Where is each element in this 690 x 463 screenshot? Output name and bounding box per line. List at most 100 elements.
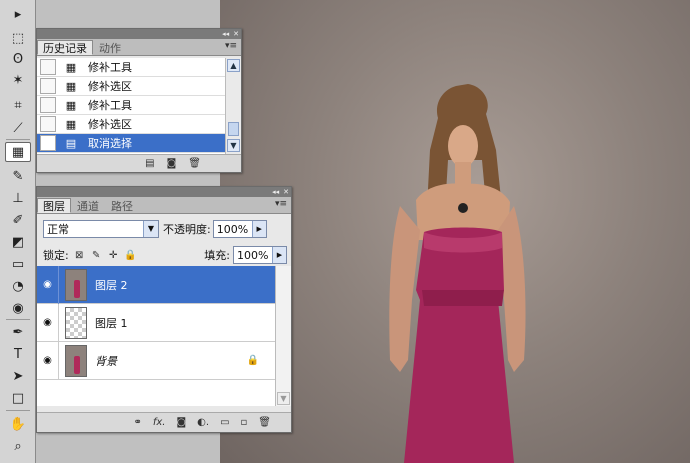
snapshot-source-checkbox[interactable] xyxy=(40,135,56,151)
fill-value: 100% xyxy=(237,248,269,262)
toolbox-separator xyxy=(6,410,30,411)
lasso-icon[interactable]: ʘ xyxy=(5,49,31,69)
new-snapshot-icon[interactable]: ◙ xyxy=(167,158,177,169)
scroll-down-icon[interactable]: ▼ xyxy=(227,139,240,152)
history-footer: ▤ ◙ 🗑 xyxy=(37,154,241,172)
lock-pixels-icon[interactable]: ✎ xyxy=(90,249,103,262)
toolbox-separator xyxy=(6,139,30,140)
patch-icon: ▦ xyxy=(65,79,77,93)
eraser-icon[interactable]: ◩ xyxy=(5,232,31,252)
close-icon[interactable]: ✕ xyxy=(233,30,239,38)
tab-actions[interactable]: 动作 xyxy=(93,40,127,55)
blend-mode-value: 正常 xyxy=(47,223,69,236)
scroll-down-icon[interactable]: ▼ xyxy=(277,392,290,405)
chevron-right-icon[interactable]: ▶ xyxy=(272,247,286,263)
lock-label: 锁定: xyxy=(43,249,69,262)
history-panel-tabs: 历史记录 动作 ▾≡ xyxy=(37,39,241,56)
lock-row: 锁定: ⊠ ✎ ✛ 🔒 填充: 100% ▶ xyxy=(43,245,287,265)
history-list: ▦ 修补工具 ▦ 修补选区 ▦ 修补工具 ▦ 修补选区 ▤ 取消选择 xyxy=(37,58,225,154)
scroll-thumb[interactable] xyxy=(228,122,239,136)
type-icon[interactable]: T xyxy=(5,344,31,364)
layer-name: 图层 1 xyxy=(95,316,128,330)
tab-paths[interactable]: 路径 xyxy=(105,198,139,213)
opacity-label: 不透明度: xyxy=(163,223,211,236)
opacity-value: 100% xyxy=(216,222,249,236)
shape-icon[interactable]: □ xyxy=(5,388,31,408)
snapshot-source-checkbox[interactable] xyxy=(40,97,56,113)
scroll-up-icon[interactable]: ▲ xyxy=(227,59,240,72)
lock-all-icon[interactable]: 🔒 xyxy=(124,249,137,262)
history-scrollbar[interactable]: ▲ ▼ xyxy=(225,58,241,154)
panel-menu-icon[interactable]: ▾≡ xyxy=(225,41,237,51)
brush-icon[interactable]: ✎ xyxy=(5,166,31,186)
hand-icon[interactable]: ✋ xyxy=(5,414,31,434)
tab-channels[interactable]: 通道 xyxy=(71,198,105,213)
layer-row[interactable]: ◉ 图层 1 xyxy=(37,303,275,342)
layers-panel-titlebar[interactable]: ◂◂ ✕ xyxy=(37,187,291,197)
history-item[interactable]: ▦ 修补工具 xyxy=(37,58,225,77)
snapshot-source-checkbox[interactable] xyxy=(40,78,56,94)
lock-position-icon[interactable]: ✛ xyxy=(107,249,120,262)
history-item-label: 修补工具 xyxy=(88,61,132,74)
document-icon: ▤ xyxy=(65,136,77,150)
eye-icon[interactable]: ◉ xyxy=(37,341,59,380)
tab-history[interactable]: 历史记录 xyxy=(37,40,93,55)
patch-icon[interactable]: ▦ xyxy=(5,142,31,162)
mask-icon[interactable]: ◙ xyxy=(176,417,186,428)
history-panel-titlebar[interactable]: ◂◂ ✕ xyxy=(37,29,241,39)
dodge-icon[interactable]: ◉ xyxy=(5,298,31,318)
link-icon[interactable]: ⚭ xyxy=(133,417,141,428)
fill-label: 填充: xyxy=(204,249,230,262)
zoom-icon[interactable]: ⌕ xyxy=(5,436,31,456)
eye-icon[interactable]: ◉ xyxy=(37,265,59,304)
pen-icon[interactable]: ✒ xyxy=(5,322,31,342)
chevron-down-icon[interactable]: ▼ xyxy=(143,221,158,237)
adjustment-icon[interactable]: ◐. xyxy=(197,417,209,428)
blend-row: 正常 ▼ 不透明度: 100% ▶ xyxy=(43,219,287,239)
group-icon[interactable]: ▭ xyxy=(220,417,229,428)
history-item-label: 修补工具 xyxy=(88,99,132,112)
trash-icon[interactable]: 🗑 xyxy=(258,417,271,428)
history-brush-icon[interactable]: ✐ xyxy=(5,210,31,230)
marquee-icon[interactable]: ⬚ xyxy=(5,28,31,48)
layer-thumbnail xyxy=(65,306,87,339)
gradient-icon[interactable]: ▭ xyxy=(5,254,31,274)
collapse-icon[interactable]: ◂◂ xyxy=(222,30,229,38)
layers-footer: ⚭ fx. ◙ ◐. ▭ ▫ 🗑 xyxy=(37,412,291,432)
magic-wand-icon[interactable]: ✶ xyxy=(5,70,31,90)
eye-icon[interactable]: ◉ xyxy=(37,303,59,342)
history-item-current[interactable]: ▤ 取消选择 xyxy=(37,134,225,153)
blur-icon[interactable]: ◔ xyxy=(5,276,31,296)
fill-field[interactable]: 100% ▶ xyxy=(233,246,287,264)
layer-row[interactable]: ◉ 图层 2 xyxy=(37,265,275,304)
panel-menu-icon[interactable]: ▾≡ xyxy=(275,199,287,209)
new-layer-icon[interactable]: ▫ xyxy=(241,417,248,428)
close-icon[interactable]: ✕ xyxy=(283,188,289,196)
snapshot-source-checkbox[interactable] xyxy=(40,116,56,132)
history-item[interactable]: ▦ 修补选区 xyxy=(37,115,225,134)
stamp-icon[interactable]: ⊥ xyxy=(5,188,31,208)
path-select-icon[interactable]: ➤ xyxy=(5,366,31,386)
layer-row[interactable]: ◉ 背景 🔒 xyxy=(37,341,275,380)
lock-icon: 🔒 xyxy=(246,355,259,366)
fx-icon[interactable]: fx. xyxy=(153,417,166,428)
snapshot-source-checkbox[interactable] xyxy=(40,59,56,75)
opacity-field[interactable]: 100% ▶ xyxy=(212,220,267,238)
history-item-label: 取消选择 xyxy=(88,137,132,150)
blend-mode-select[interactable]: 正常 ▼ xyxy=(43,220,159,238)
layers-scrollbar[interactable]: ▼ xyxy=(275,266,291,406)
history-item[interactable]: ▦ 修补工具 xyxy=(37,96,225,115)
new-document-from-state-icon[interactable]: ▤ xyxy=(145,158,154,169)
eyedropper-icon[interactable]: ⟋ xyxy=(5,118,31,138)
chevron-right-icon[interactable]: ▶ xyxy=(251,221,266,237)
layer-thumbnail xyxy=(65,344,87,377)
move-icon[interactable]: ▸ xyxy=(5,4,31,24)
tab-layers[interactable]: 图层 xyxy=(37,198,71,213)
history-item[interactable]: ▦ 修补选区 xyxy=(37,77,225,96)
crop-icon[interactable]: ⌗ xyxy=(5,95,31,115)
collapse-icon[interactable]: ◂◂ xyxy=(272,188,279,196)
trash-icon[interactable]: 🗑 xyxy=(188,158,201,169)
history-item-label: 修补选区 xyxy=(88,80,132,93)
lock-transparency-icon[interactable]: ⊠ xyxy=(73,249,86,262)
layer-thumbnail xyxy=(65,268,87,301)
